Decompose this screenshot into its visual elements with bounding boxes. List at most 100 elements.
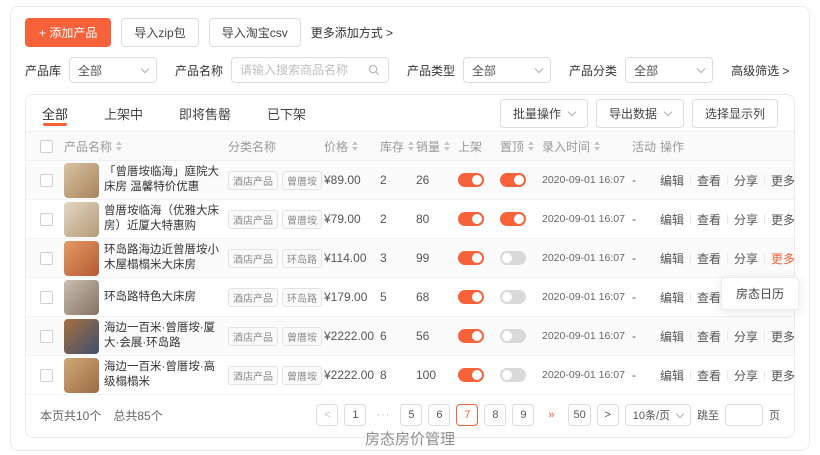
pagination-next[interactable]: > <box>597 404 619 426</box>
choose-columns-button[interactable]: 选择显示列 <box>692 99 778 128</box>
pin-toggle[interactable] <box>500 368 526 382</box>
pagination-page-8[interactable]: 8 <box>484 404 506 426</box>
export-data-button[interactable]: 导出数据 <box>596 99 684 128</box>
product-name-input[interactable] <box>240 63 368 77</box>
pagination-page-7[interactable]: 7 <box>456 404 478 426</box>
action-divider <box>690 292 691 302</box>
jump-prefix-label: 跳至 <box>697 407 719 423</box>
page-size-select[interactable]: 10条/页 <box>625 404 691 426</box>
toggle-knob <box>472 292 482 302</box>
sort-icon[interactable] <box>528 141 534 151</box>
action-link-2[interactable]: 分享 <box>734 328 758 345</box>
pin-toggle[interactable] <box>500 212 526 226</box>
toggle-knob <box>472 370 482 380</box>
sort-icon[interactable] <box>352 141 358 151</box>
action-link-1[interactable]: 查看 <box>697 328 721 345</box>
search-icon[interactable] <box>368 64 380 76</box>
pagination-page-6[interactable]: 6 <box>428 404 450 426</box>
tab-0[interactable]: 全部 <box>42 95 68 131</box>
action-link-2[interactable]: 分享 <box>734 172 758 189</box>
price-cell: ¥2222.00 <box>324 329 380 343</box>
product-type-select[interactable]: 全部 <box>463 57 551 83</box>
action-link-3[interactable]: 更多 <box>771 250 795 267</box>
sort-icon[interactable] <box>594 141 600 151</box>
header-checkbox[interactable] <box>40 140 53 153</box>
sort-caret-up-icon <box>528 141 534 145</box>
action-link-0[interactable]: 编辑 <box>660 172 684 189</box>
action-divider <box>764 253 765 263</box>
tab-1[interactable]: 上架中 <box>104 95 143 131</box>
product-library-select[interactable]: 全部 <box>69 57 157 83</box>
jump-page-input[interactable] <box>725 404 763 426</box>
pin-toggle[interactable] <box>500 251 526 265</box>
action-divider <box>727 175 728 185</box>
batch-operation-button[interactable]: 批量操作 <box>500 99 588 128</box>
shelf-toggle[interactable] <box>458 212 484 226</box>
sort-icon[interactable] <box>116 141 122 151</box>
column-header-3: 库存 <box>380 138 416 155</box>
sort-icon[interactable] <box>408 141 414 151</box>
action-link-1[interactable]: 查看 <box>697 289 721 306</box>
pagination-ellipsis[interactable]: ··· <box>372 404 394 426</box>
sales-cell: 100 <box>416 368 458 382</box>
action-link-1[interactable]: 查看 <box>697 172 721 189</box>
action-link-2[interactable]: 分享 <box>734 211 758 228</box>
pagination-page-50[interactable]: 50 <box>568 404 590 426</box>
row-checkbox[interactable] <box>40 330 53 343</box>
action-divider <box>764 370 765 380</box>
pagination-page-5[interactable]: 5 <box>400 404 422 426</box>
row-checkbox[interactable] <box>40 213 53 226</box>
row-checkbox[interactable] <box>40 291 53 304</box>
pagination-prev[interactable]: < <box>316 404 338 426</box>
more-add-methods-link[interactable]: 更多添加方式 > <box>311 24 393 41</box>
action-link-2[interactable]: 分享 <box>734 250 758 267</box>
pagination-jump-next[interactable]: » <box>540 404 562 426</box>
category-tags: 酒店产品曾厝垵 <box>228 171 324 190</box>
pin-toggle[interactable] <box>500 290 526 304</box>
action-link-2[interactable]: 分享 <box>734 367 758 384</box>
row-checkbox[interactable] <box>40 369 53 382</box>
shelf-toggle[interactable] <box>458 173 484 187</box>
import-taobao-csv-button[interactable]: 导入淘宝csv <box>209 18 301 47</box>
shelf-toggle[interactable] <box>458 290 484 304</box>
action-link-3[interactable]: 更多 <box>771 211 795 228</box>
row-checkbox[interactable] <box>40 252 53 265</box>
tab-3[interactable]: 已下架 <box>267 95 306 131</box>
action-link-0[interactable]: 编辑 <box>660 211 684 228</box>
action-link-0[interactable]: 编辑 <box>660 250 684 267</box>
pagination-page-1[interactable]: 1 <box>344 404 366 426</box>
action-link-1[interactable]: 查看 <box>697 367 721 384</box>
action-link-1[interactable]: 查看 <box>697 211 721 228</box>
action-link-3[interactable]: 更多 <box>771 172 795 189</box>
tab-2[interactable]: 即将售罄 <box>179 95 231 131</box>
room-calendar-popup[interactable]: 房态日历 <box>721 277 799 310</box>
action-link-0[interactable]: 编辑 <box>660 367 684 384</box>
action-link-3[interactable]: 更多 <box>771 367 795 384</box>
import-zip-button[interactable]: 导入zip包 <box>121 18 198 47</box>
action-divider <box>690 253 691 263</box>
pin-toggle[interactable] <box>500 329 526 343</box>
entry-time-cell: 2020-09-01 16:07 <box>542 174 632 186</box>
pin-toggle-cell <box>500 251 542 265</box>
sort-caret-up-icon <box>408 141 414 145</box>
shelf-toggle[interactable] <box>458 329 484 343</box>
column-header-label: 分类名称 <box>228 138 276 155</box>
action-link-1[interactable]: 查看 <box>697 250 721 267</box>
action-link-3[interactable]: 更多 <box>771 328 795 345</box>
column-header-label: 活动 <box>632 138 656 155</box>
shelf-toggle[interactable] <box>458 368 484 382</box>
category-tag: 曾厝垵 <box>282 327 322 346</box>
action-link-0[interactable]: 编辑 <box>660 289 684 306</box>
pin-toggle[interactable] <box>500 173 526 187</box>
product-category-select[interactable]: 全部 <box>625 57 713 83</box>
pagination-page-9[interactable]: 9 <box>512 404 534 426</box>
advanced-filter-link[interactable]: 高级筛选 > <box>731 62 789 79</box>
row-checkbox[interactable] <box>40 174 53 187</box>
table-header-row: 产品名称分类名称价格库存销量上架置顶录入时间活动操作 <box>26 132 794 161</box>
shelf-toggle[interactable] <box>458 251 484 265</box>
shelf-toggle-cell <box>458 329 500 343</box>
sort-icon[interactable] <box>444 141 450 151</box>
action-link-0[interactable]: 编辑 <box>660 328 684 345</box>
add-product-button[interactable]: + 添加产品 <box>25 18 111 47</box>
column-header-label: 产品名称 <box>64 138 112 155</box>
